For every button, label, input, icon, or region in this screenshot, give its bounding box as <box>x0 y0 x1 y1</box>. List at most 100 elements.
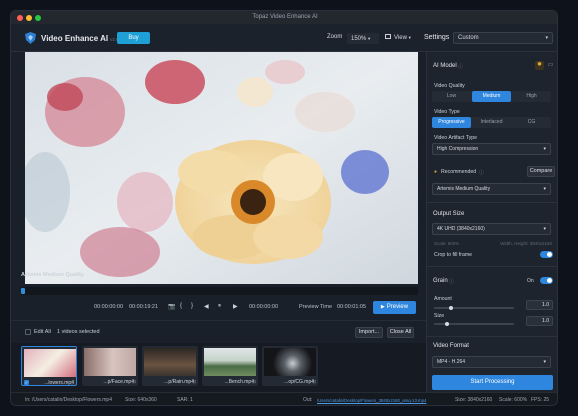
view-icon <box>385 34 391 39</box>
thumbnail-name: ...p/Rain.mp4 <box>164 379 194 385</box>
model-select[interactable]: Artemis Medium Quality ▾ <box>432 183 551 195</box>
output-size-header: Output Size <box>433 211 465 217</box>
bulb-icon: ● <box>434 169 438 175</box>
playhead-handle[interactable] <box>21 288 25 294</box>
size-input[interactable]: 1.0 <box>526 316 553 326</box>
video-format-value: MP4 - H.264 <box>437 359 466 365</box>
divider <box>427 336 557 337</box>
previous-frame-icon[interactable]: ◀ <box>204 303 209 310</box>
pause-icon[interactable]: ⏸ <box>218 303 221 310</box>
preview-play-icon: ▶ <box>380 304 385 310</box>
output-path-link[interactable]: /Users/catalin/Desktop/Flowers_3840x2160… <box>317 398 426 403</box>
info-icon[interactable]: ⓘ <box>458 63 463 70</box>
collapse-icon[interactable]: ▭ <box>546 61 555 70</box>
output-size-value: 4K UHD (3840x2160) <box>437 226 485 232</box>
import-button[interactable]: Import... <box>355 327 383 338</box>
grain-toggle[interactable] <box>540 277 553 284</box>
type-cg[interactable]: CG <box>512 117 551 128</box>
output-size-select[interactable]: 4K UHD (3840x2160) ▾ <box>432 223 551 235</box>
divider <box>427 202 557 203</box>
gear-icon[interactable]: ✹ <box>535 61 544 70</box>
input-sar: SAR: 1 <box>177 397 193 403</box>
recommended-label: Recommended <box>441 169 477 175</box>
model-value: Artemis Medium Quality <box>437 186 491 192</box>
thumbnail-item[interactable]: ...op/CG.mp4 ⊡ <box>262 346 318 386</box>
output-label: Out: <box>303 397 313 403</box>
minimize-window-button[interactable] <box>26 15 32 21</box>
quality-medium[interactable]: Medium <box>472 91 511 102</box>
video-preview[interactable] <box>20 52 418 284</box>
thumbnail-name: ...p/Face.mp4 <box>103 379 134 385</box>
thumbnail-item[interactable]: ...p/Face.mp4 ⊡ <box>82 346 138 386</box>
lock-icon: ⊡ <box>192 379 196 384</box>
chevron-down-icon: ▾ <box>543 359 546 365</box>
chevron-down-icon: ▾ <box>543 146 546 152</box>
thumbnail-item[interactable]: ...p/Rain.mp4 ⊡ <box>142 346 198 386</box>
divider <box>427 266 557 267</box>
thumbnail-image <box>84 348 136 376</box>
output-fps: FPS: 25 <box>531 397 550 403</box>
quality-high[interactable]: High <box>512 91 551 102</box>
crop-label: Crop to fill frame <box>434 252 473 258</box>
window-title: Topaz Video Enhance AI <box>252 14 318 20</box>
input-size: Size: 640x360 <box>125 397 157 403</box>
zoom-value: 150% <box>351 36 367 42</box>
thumbnail-image <box>24 349 76 377</box>
dimension-text: Width, Height: 3840x2160 <box>500 241 552 246</box>
preset-select[interactable]: Custom ▾ <box>453 32 553 44</box>
thumbnail-name: ...lowers.mp4 <box>44 380 74 386</box>
size-label: Size <box>434 313 445 319</box>
artifact-type-value: High Compression <box>437 146 479 152</box>
top-toolbar: Video Enhance AIv2.6.4 Buy Zoom 150% ▾ V… <box>11 24 557 52</box>
crop-toggle[interactable] <box>540 251 553 258</box>
video-quality-label: Video Quality <box>434 83 465 89</box>
mark-out-button[interactable]: } <box>191 303 193 309</box>
amount-slider-handle[interactable] <box>449 306 453 310</box>
edit-row: Edit All 1 videos selected Import... Clo… <box>11 320 426 343</box>
snapshot-camera-icon[interactable]: 📷 <box>168 303 175 310</box>
app-name: Video Enhance AIv2.6.4 <box>41 34 122 43</box>
timeline-scrubber[interactable] <box>21 287 418 295</box>
quality-low[interactable]: Low <box>432 91 471 102</box>
thumbnail-item[interactable]: ✓ ...lowers.mp4 ⊡ <box>21 346 77 386</box>
app-window: Topaz Video Enhance AI Video Enhance AIv… <box>10 10 558 406</box>
next-frame-icon[interactable]: ▶ <box>233 303 238 310</box>
start-processing-button[interactable]: Start Processing <box>432 375 553 390</box>
timecode-current: 00:00:19:21 <box>129 304 159 310</box>
thumbnail-image <box>264 348 316 376</box>
size-slider-handle[interactable] <box>445 322 449 326</box>
preview-button[interactable]: ▶ Preview <box>373 301 416 314</box>
model-overlay-label: Artemis Medium Quality <box>21 272 84 278</box>
edit-all-checkbox[interactable] <box>25 329 31 335</box>
mark-in-button[interactable]: { <box>180 303 182 309</box>
chevron-down-icon: ▾ <box>368 36 371 41</box>
thumbnail-item[interactable]: ...Bench.mp4 ⊡ <box>202 346 258 386</box>
zoom-label: Zoom <box>327 34 343 40</box>
type-interlaced[interactable]: Interlaced <box>472 117 511 128</box>
view-menu[interactable]: View ▾ <box>385 34 411 41</box>
preset-value: Custom <box>458 35 479 41</box>
type-progressive[interactable]: Progressive <box>432 117 471 128</box>
chevron-down-icon: ▾ <box>545 35 548 41</box>
close-all-button[interactable]: Close All <box>387 327 414 338</box>
compare-button[interactable]: Compare <box>527 166 555 177</box>
video-type-segmented: Progressive Interlaced CG <box>432 117 551 128</box>
grain-state: On <box>527 278 534 284</box>
video-format-select[interactable]: MP4 - H.264 ▾ <box>432 356 551 368</box>
status-bar: In: /Users/catalin/Desktop/Flowers.mp4 S… <box>11 392 557 405</box>
maximize-window-button[interactable] <box>35 15 41 21</box>
settings-panel: AI Model ⓘ ✹ ▭ Video Quality Low Medium … <box>426 52 557 392</box>
chevron-down-icon: ▾ <box>543 186 546 192</box>
lock-icon: ⊡ <box>312 379 316 384</box>
artifact-type-select[interactable]: High Compression ▾ <box>432 143 551 155</box>
buy-button[interactable]: Buy <box>117 32 150 44</box>
grain-header: Grain <box>433 278 448 284</box>
amount-slider[interactable] <box>434 307 514 309</box>
thumbnail-name: ...op/CG.mp4 <box>284 379 314 385</box>
close-window-button[interactable] <box>17 15 23 21</box>
zoom-select[interactable]: 150% ▾ <box>347 33 379 44</box>
info-icon[interactable]: ⓘ <box>449 278 454 285</box>
app-name-text: Video Enhance AI <box>41 34 109 43</box>
info-icon[interactable]: ⓘ <box>479 169 484 176</box>
amount-input[interactable]: 1.0 <box>526 300 553 310</box>
